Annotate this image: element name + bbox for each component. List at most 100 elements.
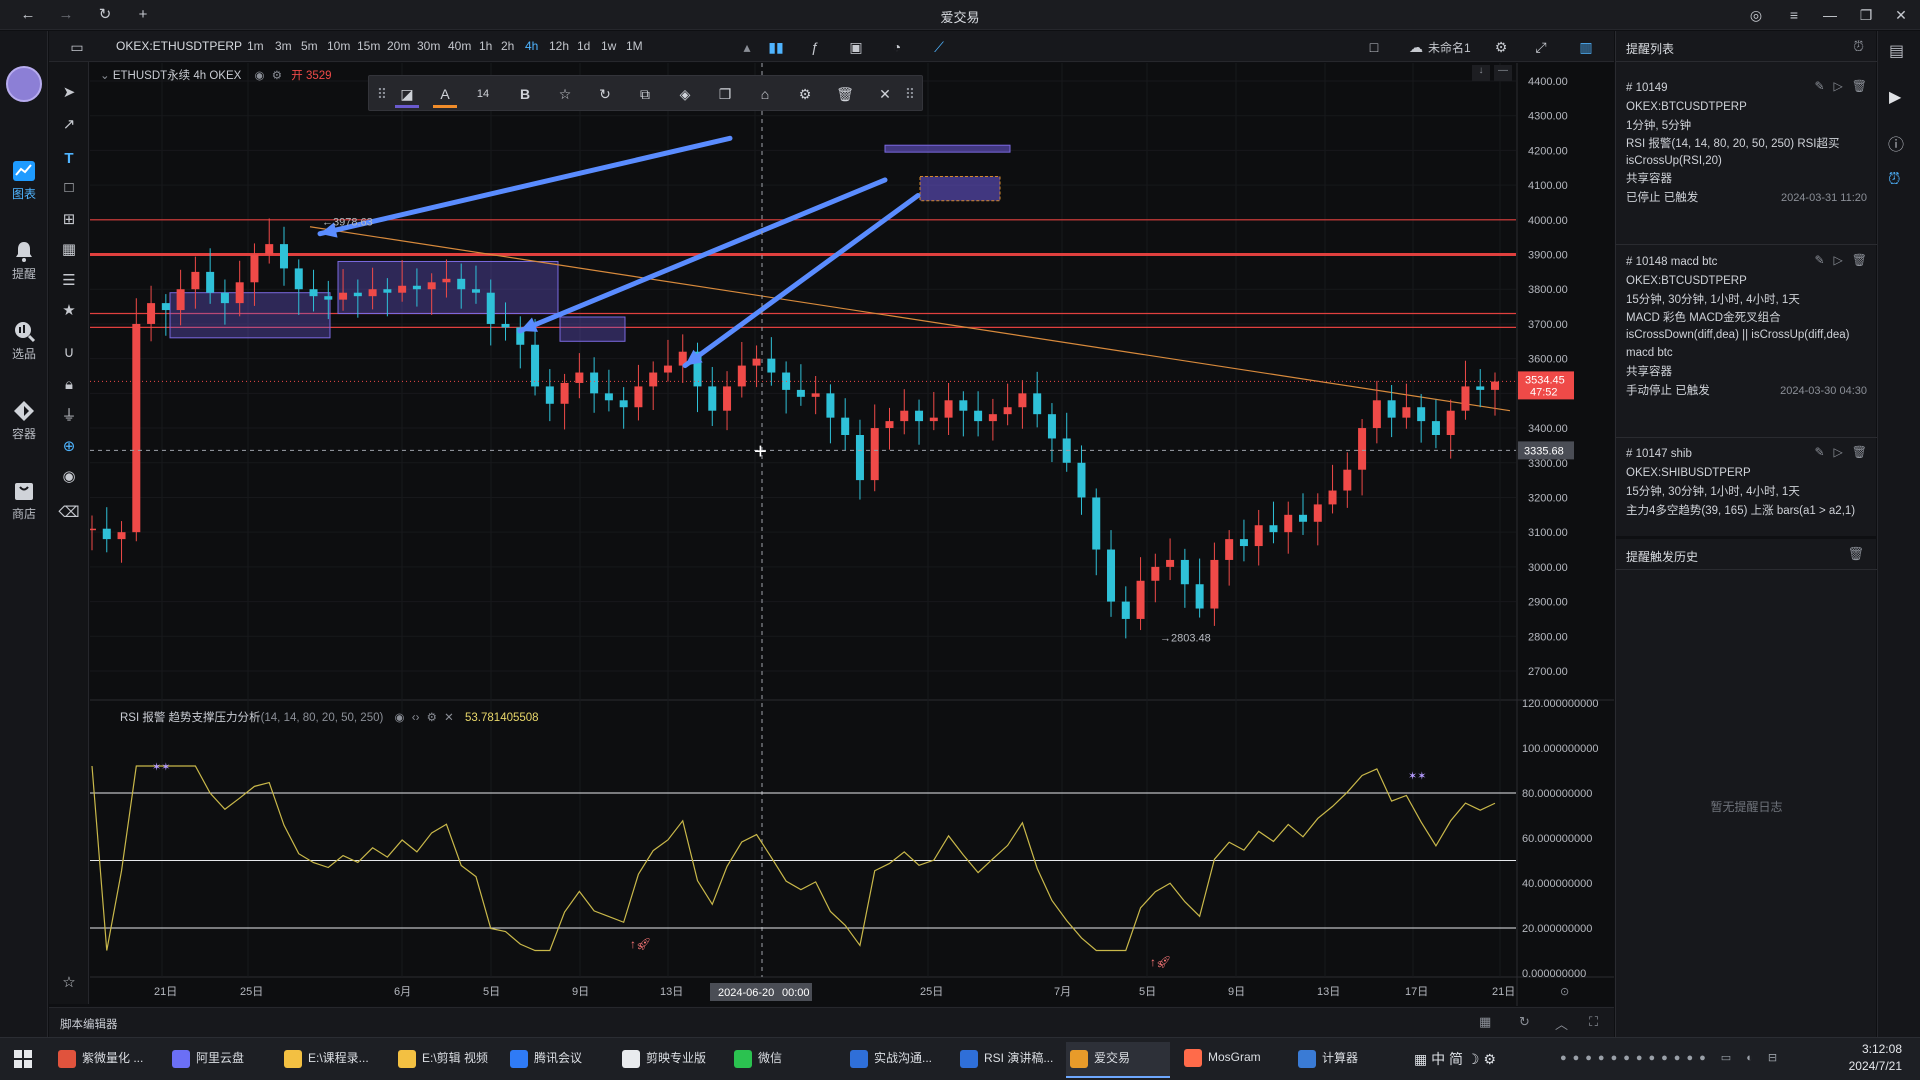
taskbar-app[interactable]: 腾讯会议: [506, 1049, 610, 1071]
template-star-icon[interactable]: ☆: [554, 84, 576, 104]
taskbar-app[interactable]: 计算器: [1294, 1049, 1398, 1071]
forward-icon[interactable]: →: [56, 5, 76, 25]
appbar-item-chart[interactable]: 图表: [0, 159, 48, 202]
remove-icon[interactable]: ✕: [444, 712, 454, 724]
timeframe-2h[interactable]: 2h: [501, 39, 514, 53]
scale-icon[interactable]: —: [1494, 65, 1512, 81]
replay-icon[interactable]: ⟋: [929, 37, 949, 57]
minimize-icon[interactable]: —: [1819, 5, 1841, 25]
clock[interactable]: 3:12:08 2024/7/21: [1838, 1042, 1902, 1073]
taskbar-app[interactable]: 紫微量化 ...: [54, 1049, 158, 1071]
timeframe-30m[interactable]: 30m: [417, 39, 440, 53]
bold-button[interactable]: B: [514, 84, 536, 104]
compare-icon[interactable]: ▣: [846, 37, 866, 57]
drag-handle-icon[interactable]: ⠿: [371, 84, 393, 104]
restore-icon[interactable]: ❐: [1855, 5, 1877, 25]
timeframe-1M[interactable]: 1M: [626, 39, 643, 53]
grid-icon[interactable]: ▦: [57, 239, 81, 261]
symbol-selector[interactable]: OKEX:ETHUSDTPERP: [116, 39, 242, 53]
gear-icon[interactable]: ⚙: [427, 712, 437, 724]
appbar-item-store[interactable]: 商店: [0, 479, 48, 522]
cursor-icon[interactable]: ➤: [57, 82, 81, 104]
timeframe-5m[interactable]: 5m: [301, 39, 318, 53]
taskbar-app[interactable]: RSI 演讲稿...: [956, 1049, 1060, 1071]
timeframe-1w[interactable]: 1w: [601, 39, 616, 53]
rotate-icon[interactable]: ↻: [594, 84, 616, 104]
reload-icon[interactable]: ↻: [95, 5, 115, 25]
lock-icon[interactable]: 🔒︎: [57, 374, 81, 396]
eraser-icon[interactable]: ⌫: [57, 502, 81, 524]
filter-icon[interactable]: ⏚: [57, 405, 81, 427]
ime-indicator[interactable]: 中 简: [1431, 1051, 1463, 1067]
taskbar-app[interactable]: 微信: [730, 1049, 834, 1071]
watchlist-star-icon[interactable]: ☆: [57, 972, 81, 994]
timeframe-1m[interactable]: 1m: [247, 39, 264, 53]
gear-icon[interactable]: ⚙: [272, 70, 282, 82]
lock-icon[interactable]: ⌂: [754, 84, 776, 104]
add-alert-clock-icon[interactable]: ⏰︎: [1853, 38, 1864, 55]
maximize-icon[interactable]: ⛶: [1589, 1014, 1598, 1030]
measure-icon[interactable]: ⊞: [57, 209, 81, 231]
alerts-clock-icon[interactable]: ⏰︎: [1888, 171, 1900, 189]
candle-type-icon[interactable]: ▮▮: [766, 37, 786, 57]
code-icon[interactable]: ‹›: [412, 712, 420, 724]
rectangle-icon[interactable]: □: [57, 177, 81, 199]
more-timeframes-icon[interactable]: ▴: [737, 37, 757, 57]
calendar-icon[interactable]: ▦: [1479, 1014, 1491, 1030]
chart-svg[interactable]: 4400.00 4300.00 4200.00 4100.00 4000.00 3900.…: [90, 63, 1614, 1006]
crosshair-icon[interactable]: ⊕: [57, 436, 81, 458]
keyboard-icon[interactable]: ▦: [1414, 1051, 1427, 1067]
chart-area[interactable]: 4400.00 4300.00 4200.00 4100.00 4000.00 3900.…: [90, 63, 1614, 1006]
timeframe-4h[interactable]: 4h: [525, 39, 538, 53]
taskbar-app[interactable]: 阿里云盘: [168, 1049, 272, 1071]
taskbar-app[interactable]: E:\课程录...: [280, 1049, 384, 1071]
alert-clock-icon[interactable]: ◔: [887, 37, 907, 57]
data-window-icon[interactable]: ⓘ: [1888, 131, 1904, 155]
collapse-icon[interactable]: ⌄: [100, 70, 110, 82]
chevron-up-icon[interactable]: ︿: [1555, 1014, 1568, 1033]
windows-start-icon[interactable]: [14, 1050, 32, 1068]
timeframe-1h[interactable]: 1h: [479, 39, 492, 53]
new-tab-icon[interactable]: +: [133, 5, 153, 25]
watchlist-icon[interactable]: ▶: [1889, 87, 1901, 107]
trendline-icon[interactable]: ↗: [57, 114, 81, 136]
edit-icon[interactable]: ✎: [1814, 79, 1824, 93]
gear-icon[interactable]: ⚙: [1483, 1051, 1496, 1067]
appbar-item-screener[interactable]: 选品: [0, 319, 48, 362]
moon-icon[interactable]: ☽: [1467, 1051, 1480, 1067]
trash-icon[interactable]: 🗑︎: [1852, 253, 1867, 267]
scroll-down-icon[interactable]: ↓: [1472, 65, 1490, 81]
back-icon[interactable]: ←: [18, 5, 38, 25]
timeframe-15m[interactable]: 15m: [357, 39, 380, 53]
sidebar-toggle-icon[interactable]: ▭: [67, 37, 87, 57]
favorite-icon[interactable]: ★: [57, 300, 81, 322]
hide-icon[interactable]: ◉: [57, 466, 81, 488]
alert-item[interactable]: ✎ ▷ 🗑︎ # 10147 shib OKEX:SHIBUSDTPERP 15分钟…: [1616, 445, 1877, 557]
magnet-icon[interactable]: ∪: [57, 342, 81, 364]
clear-history-icon[interactable]: 🗑︎: [1847, 546, 1864, 562]
fullscreen-box-icon[interactable]: □: [1364, 37, 1384, 57]
panel-toggle-icon[interactable]: ▥: [1576, 37, 1596, 57]
alert-item[interactable]: ✎ ▷ 🗑︎ # 10148 macd btc OKEX:BTCUSDTPERP 1…: [1616, 253, 1877, 401]
trash-icon[interactable]: 🗑︎: [1852, 445, 1867, 459]
timeframe-40m[interactable]: 40m: [448, 39, 471, 53]
settings-icon[interactable]: ⚙: [794, 84, 816, 104]
fib-icon[interactable]: ☰: [57, 270, 81, 292]
play-icon[interactable]: ▷: [1834, 445, 1843, 459]
fill-color-icon[interactable]: ◪: [396, 84, 418, 104]
layout-name[interactable]: 未命名1: [1428, 39, 1471, 56]
text-tool-icon[interactable]: T: [57, 148, 81, 170]
avatar[interactable]: [6, 66, 42, 102]
taskbar-app[interactable]: 实战沟通...: [846, 1049, 950, 1071]
timeframe-10m[interactable]: 10m: [327, 39, 350, 53]
taskbar-app[interactable]: 剪映专业版: [618, 1049, 722, 1071]
support-icon[interactable]: ◎: [1745, 5, 1767, 25]
tray-app-icons[interactable]: ●●●●●●●●●●●● ▭ ◐ ⊟: [1560, 1051, 1783, 1064]
drag-handle-icon[interactable]: ⠿: [899, 84, 921, 104]
play-icon[interactable]: ▷: [1834, 253, 1843, 267]
clone-icon[interactable]: ⧉: [634, 84, 656, 104]
appbar-item-alert[interactable]: 提醒: [0, 239, 48, 282]
alert-item[interactable]: ✎ ▷ 🗑︎ # 10149 OKEX:BTCUSDTPERP 1分钟, 5分钟 R…: [1616, 79, 1877, 208]
taskbar-app[interactable]: 爱交易: [1066, 1042, 1170, 1078]
timeframe-1d[interactable]: 1d: [577, 39, 590, 53]
